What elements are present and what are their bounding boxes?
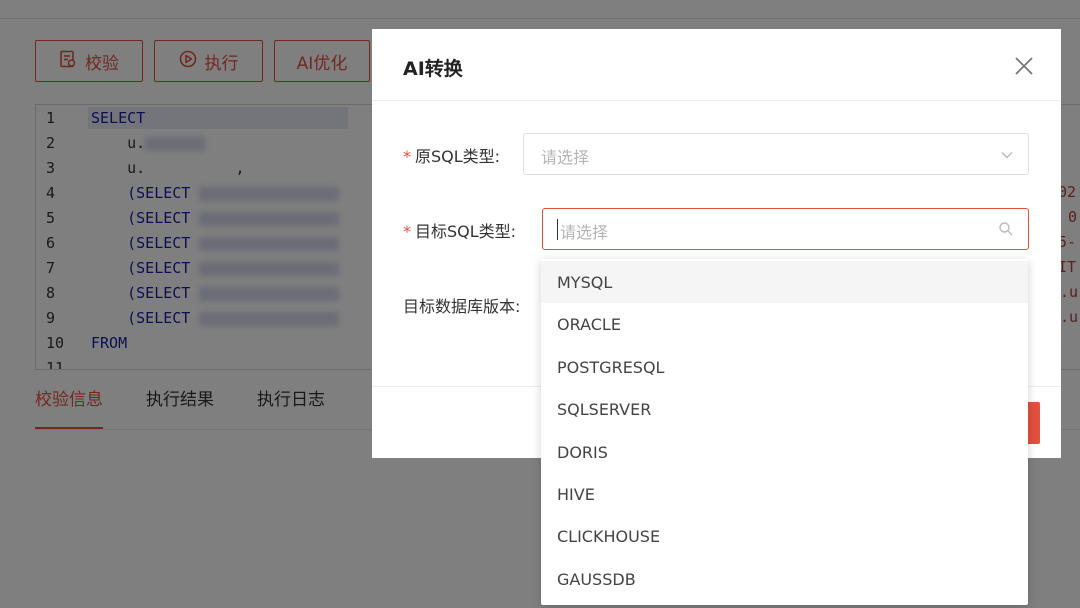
source-type-select[interactable]: 请选择 [523, 133, 1029, 175]
target-version-label: 目标数据库版本: [403, 297, 521, 316]
chevron-down-icon [1000, 147, 1014, 166]
search-icon [998, 221, 1014, 241]
dropdown-option[interactable]: ORACLE [541, 303, 1028, 345]
dropdown-option[interactable]: DORIS [541, 431, 1028, 473]
text-caret [557, 219, 558, 240]
target-type-placeholder: 请选择 [560, 223, 609, 242]
dropdown-option[interactable]: CLICKHOUSE [541, 515, 1028, 557]
target-type-label: * 目标SQL类型: [403, 222, 517, 241]
dropdown-option[interactable]: HIVE [541, 473, 1028, 515]
target-type-dropdown: MYSQL ORACLE POSTGRESQL SQLSERVER DORIS … [541, 259, 1028, 605]
dropdown-option[interactable]: SQLSERVER [541, 388, 1028, 430]
dialog-header-divider [372, 100, 1061, 101]
dropdown-option[interactable]: POSTGRESQL [541, 346, 1028, 388]
source-type-label: * 原SQL类型: [403, 147, 501, 166]
target-type-select[interactable]: 请选择 [542, 208, 1029, 250]
dropdown-option[interactable]: GAUSSDB [541, 558, 1028, 600]
dialog-title: AI转换 [403, 58, 463, 80]
dropdown-option[interactable]: MYSQL [541, 261, 1028, 303]
close-icon[interactable] [1013, 55, 1035, 77]
source-type-placeholder: 请选择 [541, 148, 590, 167]
